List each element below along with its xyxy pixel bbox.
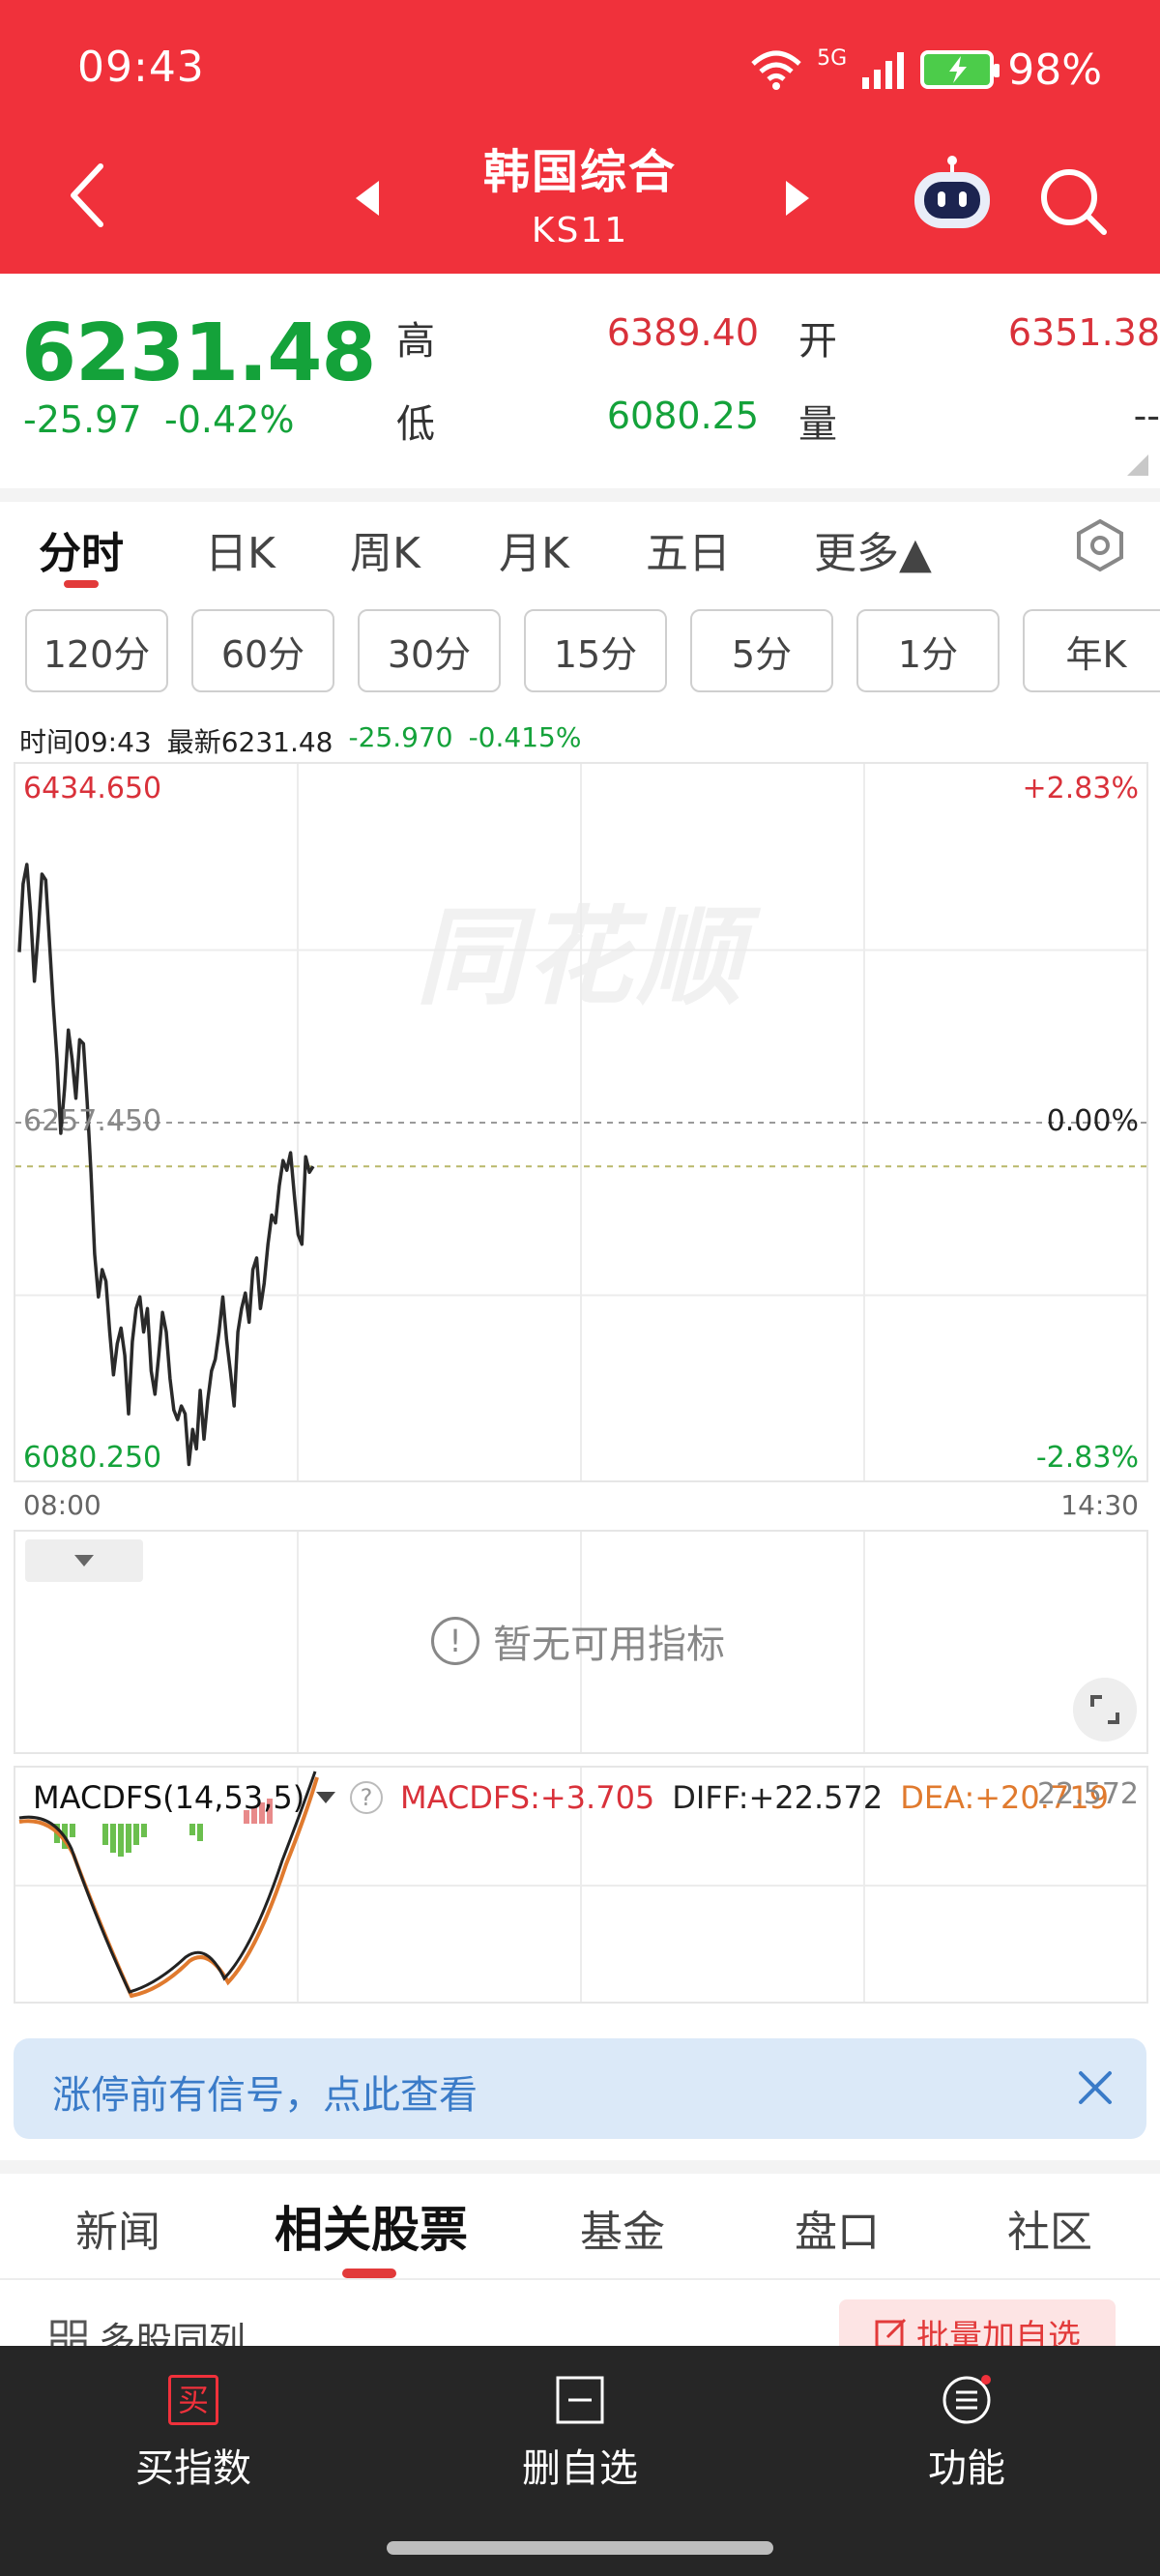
info-change-percent: -0.415% bbox=[468, 721, 582, 753]
signal-icon bbox=[862, 52, 905, 89]
info-change: -25.970 bbox=[348, 721, 453, 753]
subtab-30min[interactable]: 30分 bbox=[358, 609, 501, 692]
battery-percent: 98% bbox=[1007, 44, 1102, 95]
current-price: 6231.48 bbox=[21, 307, 376, 399]
home-indicator[interactable] bbox=[387, 2541, 773, 2555]
subtab-5min[interactable]: 5分 bbox=[690, 609, 833, 692]
price-line-layer bbox=[17, 863, 315, 1467]
status-time: 09:43 bbox=[77, 43, 205, 92]
tab-related-stocks[interactable]: 相关股票 bbox=[275, 2191, 468, 2261]
macd-name: MACDFS(14,53,5) bbox=[33, 1779, 305, 1816]
chevron-down-icon bbox=[74, 1555, 94, 1566]
subtab-120min[interactable]: 120分 bbox=[25, 609, 168, 692]
prev-index-icon[interactable] bbox=[348, 177, 387, 220]
x-end-label: 14:30 bbox=[1060, 1489, 1139, 1521]
chart-info-row: 时间09:43 最新6231.48 -25.970 -0.415% bbox=[19, 721, 581, 760]
y-bottom-label: 6080.250 bbox=[23, 1441, 162, 1475]
tab-order-book[interactable]: 盘口 bbox=[795, 2197, 880, 2259]
open-value: 6351.38 bbox=[1007, 311, 1160, 354]
divider bbox=[0, 488, 1160, 502]
tab-monthly-k[interactable]: 月K bbox=[499, 518, 569, 580]
header-bar: 09:43 5G 98% 韩国综合 KS11 bbox=[0, 0, 1160, 274]
pct-bottom-label: -2.83% bbox=[1035, 1441, 1139, 1475]
macd-values-row: ? MACDFS:+3.705 DIFF:+22.572 DEA:+20.719 bbox=[350, 1779, 1109, 1816]
indicator-dropdown[interactable] bbox=[25, 1539, 143, 1582]
app-root: 09:43 5G 98% 韩国综合 KS11 6231.48 -25.97 -0… bbox=[0, 0, 1160, 2576]
subtab-15min[interactable]: 15分 bbox=[524, 609, 667, 692]
function-label: 功能 bbox=[928, 2446, 1005, 2491]
divider bbox=[0, 2160, 1160, 2174]
macd-indicator-label[interactable]: MACDFS(14,53,5) bbox=[33, 1779, 337, 1816]
low-value: 6080.25 bbox=[606, 395, 759, 437]
chart-grid bbox=[15, 764, 1146, 1480]
index-code: KS11 bbox=[531, 211, 629, 250]
tab-weekly-k[interactable]: 周K bbox=[350, 518, 420, 580]
y-mid-label: 6257.450 bbox=[23, 1104, 162, 1138]
divider bbox=[0, 2278, 1160, 2280]
tab-community[interactable]: 社区 bbox=[1007, 2197, 1092, 2259]
pct-mid-label: 0.00% bbox=[1046, 1104, 1139, 1138]
help-icon[interactable]: ? bbox=[350, 1781, 383, 1814]
price-line bbox=[17, 863, 315, 1467]
info-latest: 最新6231.48 bbox=[166, 726, 334, 758]
buy-index-label: 买指数 bbox=[135, 2446, 251, 2491]
status-icons: 5G 98% bbox=[749, 43, 1102, 97]
no-indicator-message: ! 暂无可用指标 bbox=[431, 1613, 725, 1669]
intraday-chart[interactable] bbox=[14, 762, 1148, 1482]
function-menu-button[interactable]: 功能 bbox=[851, 2375, 1083, 2493]
intraday-chart-svg bbox=[15, 764, 1146, 1480]
high-value: 6389.40 bbox=[606, 311, 759, 354]
macd-axis-value: 22.572 bbox=[1037, 1777, 1139, 1811]
high-label: 高 bbox=[396, 319, 435, 364]
search-icon[interactable] bbox=[1034, 162, 1112, 240]
subtab-1min[interactable]: 1分 bbox=[856, 609, 1000, 692]
bottom-action-bar: 买 买指数 删自选 功能 bbox=[0, 2346, 1160, 2576]
diff-value: DIFF:+22.572 bbox=[672, 1779, 884, 1816]
open-label: 开 bbox=[798, 319, 837, 364]
price-change-percent: -0.42% bbox=[164, 398, 295, 441]
fullscreen-icon[interactable] bbox=[1073, 1678, 1137, 1742]
buy-index-button[interactable]: 买 买指数 bbox=[77, 2375, 309, 2493]
y-top-label: 6434.650 bbox=[23, 772, 162, 805]
signal-banner[interactable]: 涨停前有信号，点此查看 bbox=[14, 2038, 1146, 2139]
next-index-icon[interactable] bbox=[778, 177, 817, 220]
minus-box-icon bbox=[556, 2376, 604, 2424]
remove-watchlist-button[interactable]: 删自选 bbox=[464, 2375, 696, 2493]
settings-icon[interactable] bbox=[1073, 518, 1127, 572]
pct-top-label: +2.83% bbox=[1022, 772, 1139, 805]
low-label: 低 bbox=[396, 402, 435, 447]
robot-assistant-icon[interactable] bbox=[909, 155, 996, 232]
volume-label: 量 bbox=[798, 402, 837, 447]
network-label: 5G bbox=[817, 45, 848, 71]
price-change: -25.97 bbox=[23, 398, 142, 441]
banner-text: 涨停前有信号，点此查看 bbox=[52, 2073, 478, 2118]
info-time: 时间09:43 bbox=[19, 726, 152, 758]
subtab-yearly-k[interactable]: 年K bbox=[1023, 609, 1160, 692]
volume-value: -- bbox=[1133, 395, 1160, 437]
wifi-icon bbox=[751, 50, 801, 90]
macd-histogram bbox=[54, 1824, 203, 1857]
active-tab-underline bbox=[64, 580, 99, 588]
tab-intraday[interactable]: 分时 bbox=[39, 518, 124, 580]
close-icon[interactable] bbox=[1073, 2065, 1117, 2110]
menu-circle-icon bbox=[942, 2375, 991, 2424]
tab-funds[interactable]: 基金 bbox=[580, 2197, 665, 2259]
x-start-label: 08:00 bbox=[23, 1489, 102, 1521]
battery-icon bbox=[920, 50, 1000, 89]
subtab-60min[interactable]: 60分 bbox=[191, 609, 334, 692]
buy-icon: 买 bbox=[168, 2375, 218, 2425]
remove-watchlist-label: 删自选 bbox=[522, 2446, 638, 2491]
no-indicator-text: 暂无可用指标 bbox=[493, 1623, 725, 1667]
chevron-down-icon bbox=[316, 1792, 336, 1803]
macdfs-value: MACDFS:+3.705 bbox=[400, 1779, 655, 1816]
active-tab-underline bbox=[342, 2269, 396, 2278]
expand-quote-corner-icon[interactable] bbox=[1127, 454, 1148, 476]
tab-news[interactable]: 新闻 bbox=[75, 2197, 160, 2259]
tab-daily-k[interactable]: 日K bbox=[205, 518, 276, 580]
back-icon[interactable] bbox=[60, 159, 118, 232]
tab-more[interactable]: 更多▲ bbox=[814, 518, 932, 580]
page-title: 韩国综合 bbox=[482, 145, 677, 199]
tab-five-day[interactable]: 五日 bbox=[646, 518, 731, 580]
info-icon: ! bbox=[431, 1617, 479, 1665]
